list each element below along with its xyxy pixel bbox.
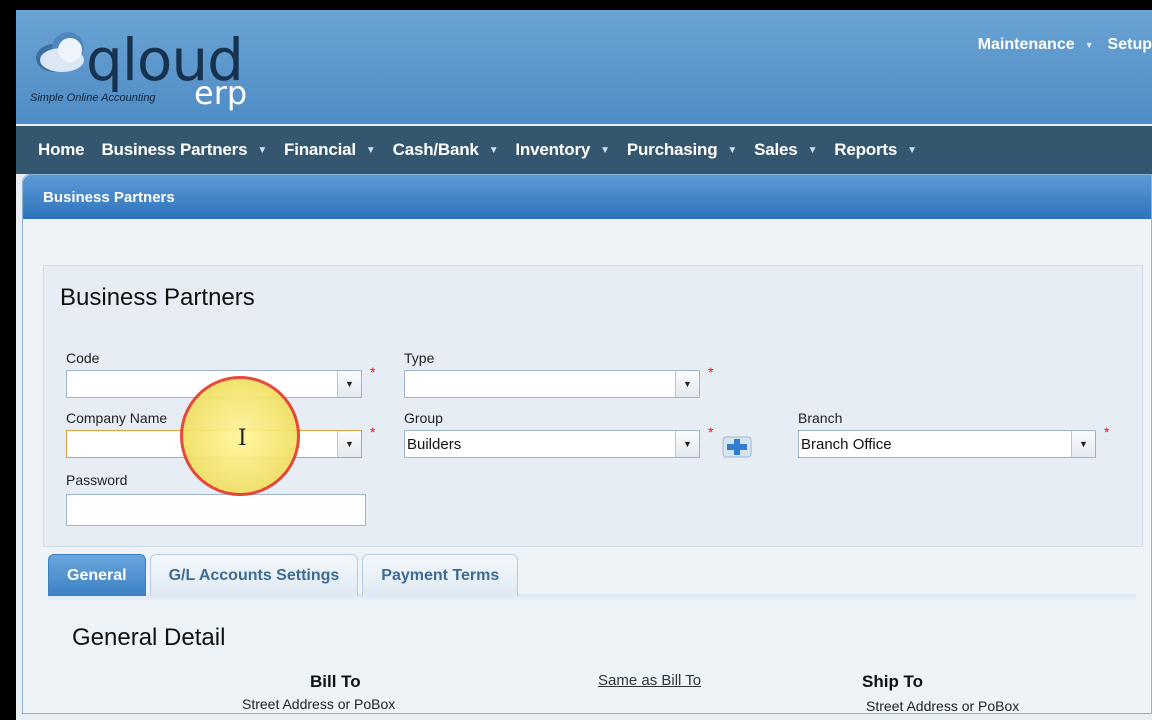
same-as-bill-to-link[interactable]: Same as Bill To (598, 672, 701, 689)
nav-label: Sales (754, 140, 798, 159)
caret-down-icon: ▼ (907, 144, 917, 156)
required-marker: * (708, 424, 714, 440)
caret-down-icon: ▼ (807, 144, 818, 156)
top-link-maintenance[interactable]: Maintenance ▼ (978, 36, 1094, 54)
nav-cash-bank[interactable]: Cash/Bank ▼ (393, 140, 499, 160)
chevron-down-icon[interactable]: ▼ (675, 371, 699, 397)
tab-general[interactable]: General (48, 554, 146, 596)
bill-to-heading: Bill To (310, 672, 361, 691)
detail-tabs: General G/L Accounts Settings Payment Te… (48, 554, 519, 596)
caret-down-icon: ▼ (600, 144, 610, 156)
nav-sales[interactable]: Sales ▼ (754, 140, 817, 160)
branch-combo[interactable]: Branch Office ▼ (798, 430, 1096, 458)
form-title: Business Partners (60, 284, 255, 311)
panel-title: Business Partners (23, 175, 1151, 219)
nav-label: Financial (284, 140, 356, 159)
required-marker: * (370, 364, 376, 380)
nav-financial[interactable]: Financial ▼ (284, 140, 376, 160)
add-group-button[interactable] (720, 432, 754, 462)
password-input[interactable] (66, 494, 366, 526)
type-label: Type (404, 350, 435, 366)
company-name-label: Company Name (66, 410, 168, 426)
branch-value: Branch Office (801, 436, 892, 453)
code-label: Code (66, 350, 100, 366)
nav-label: Inventory (515, 140, 591, 159)
bill-street-label: Street Address or PoBox (242, 696, 396, 712)
nav-home[interactable]: Home (38, 140, 85, 160)
chevron-down-icon[interactable]: ▼ (1071, 431, 1095, 457)
nav-label: Business Partners (101, 140, 248, 159)
top-link-setup[interactable]: Setup (1108, 36, 1152, 54)
app-header: qloud Simple Online Accounting erp Maint… (16, 10, 1152, 124)
branch-label: Branch (798, 410, 843, 426)
nav-reports[interactable]: Reports ▼ (834, 140, 917, 160)
qloud-erp-logo[interactable]: qloud Simple Online Accounting erp (28, 24, 268, 114)
group-label: Group (404, 410, 443, 426)
caret-down-icon: ▼ (365, 144, 376, 156)
nav-purchasing[interactable]: Purchasing ▼ (627, 140, 737, 160)
nav-business-partners[interactable]: Business Partners ▼ (101, 140, 267, 160)
plus-icon (722, 436, 752, 458)
top-link-label: Maintenance (977, 36, 1075, 53)
required-marker: * (370, 424, 376, 440)
general-detail-title: General Detail (72, 624, 226, 651)
nav-inventory[interactable]: Inventory ▼ (515, 140, 610, 160)
nav-label: Home (38, 140, 85, 159)
chevron-down-icon[interactable]: ▼ (337, 371, 361, 397)
logo-erp-text: erp (194, 74, 248, 112)
tab-gl-accounts-settings[interactable]: G/L Accounts Settings (149, 554, 359, 596)
main-nav: Home Business Partners ▼ Financial ▼ Cash/… (16, 126, 1152, 174)
top-link-label: Setup (1107, 36, 1152, 53)
tab-payment-terms[interactable]: Payment Terms (362, 554, 519, 596)
ship-street-label: Street Address or PoBox (866, 698, 1020, 714)
type-combo[interactable]: ▼ (404, 370, 700, 398)
nav-label: Purchasing (626, 140, 718, 159)
ship-to-heading: Ship To (862, 672, 924, 691)
caret-down-icon: ▼ (257, 144, 268, 156)
required-marker: * (1104, 424, 1110, 440)
logo-tagline: Simple Online Accounting (30, 92, 156, 104)
caret-down-icon: ▼ (1084, 40, 1094, 50)
text-cursor-icon: I (238, 426, 247, 451)
chevron-down-icon[interactable]: ▼ (675, 431, 699, 457)
required-marker: * (708, 364, 714, 380)
group-combo[interactable]: Builders ▼ (404, 430, 700, 458)
password-label: Password (66, 472, 128, 488)
caret-down-icon: ▼ (488, 144, 499, 156)
caret-down-icon: ▼ (727, 144, 738, 156)
group-value: Builders (407, 436, 462, 453)
chevron-down-icon[interactable]: ▼ (337, 431, 361, 457)
top-menu: Maintenance ▼ Setup (978, 36, 1152, 54)
nav-label: Reports (834, 140, 898, 159)
nav-label: Cash/Bank (392, 140, 479, 159)
